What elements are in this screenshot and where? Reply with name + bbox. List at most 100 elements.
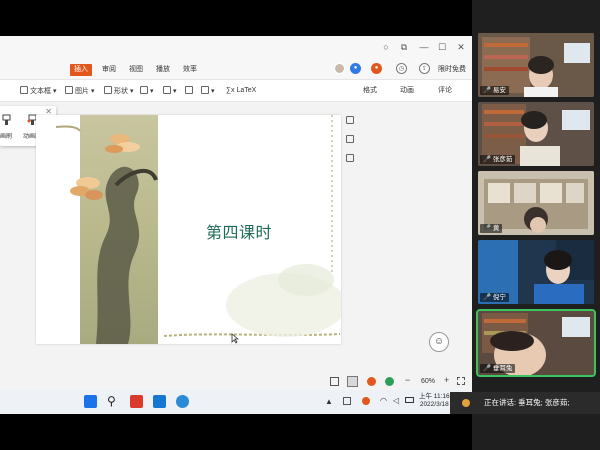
- meeting-app-icon[interactable]: [153, 395, 166, 408]
- delete-slide-icon[interactable]: [346, 154, 354, 162]
- latex-label: LaTeX: [236, 87, 257, 94]
- minimize-button[interactable]: —: [419, 42, 429, 52]
- participant-name: 易安: [492, 87, 506, 94]
- copy-slide-icon[interactable]: [346, 135, 354, 143]
- participant-tile-3[interactable]: 🎤 倪宁: [478, 240, 594, 304]
- presentation-app-window: ○ ⧉ — ☐ ✕ 插入 审阅 视图 播放 效率 限时免费 ● ● ◷ ⇪ 文本…: [0, 36, 472, 390]
- slide[interactable]: 第四课时: [36, 115, 341, 344]
- participant-tile-1[interactable]: 🎤 张彦茹: [478, 102, 594, 166]
- title-bar: ○ ⧉ — ☐ ✕: [0, 36, 472, 60]
- table-icon: [140, 86, 148, 94]
- picture-label: 图片: [75, 88, 89, 95]
- window-control-0[interactable]: ○: [381, 42, 391, 52]
- table-tool[interactable]: ▾: [140, 86, 154, 97]
- menu-review[interactable]: 审阅: [102, 64, 116, 76]
- faded-leaf-2: [278, 264, 334, 296]
- start-icon[interactable]: [84, 395, 97, 408]
- participant-tile-4[interactable]: 🎤 垂耳兔: [476, 309, 596, 377]
- tray-app-icon[interactable]: [343, 397, 351, 405]
- taskbar: ⚲ ▲ ◠ ◁ 上午 11:16 2022/3/18: [0, 390, 472, 414]
- play-icon[interactable]: [367, 377, 376, 386]
- participant-name-tag: 🎤 黄: [480, 224, 503, 233]
- screen: ○ ⧉ — ☐ ✕ 插入 审阅 视图 播放 效率 限时免费 ● ● ◷ ⇪ 文本…: [0, 0, 600, 450]
- side-panel-tabs: 格式 动画 评论: [350, 84, 470, 98]
- textbox-label: 文本框: [30, 88, 51, 95]
- account-icon[interactable]: ●: [350, 63, 361, 74]
- participant-name-tag: 🎤 垂耳兔: [480, 364, 516, 373]
- history-icon[interactable]: ◷: [396, 63, 407, 74]
- zoom-out-button[interactable]: −: [405, 375, 410, 385]
- menu-play[interactable]: 播放: [156, 64, 170, 76]
- login-free-label[interactable]: 限时免费: [438, 64, 466, 76]
- participant-tile-0[interactable]: 🎤 易安: [478, 33, 594, 97]
- textbox-icon: [20, 86, 28, 94]
- participant-tile-2[interactable]: 🎤 黄: [478, 171, 594, 235]
- brush-icon[interactable]: [2, 114, 12, 126]
- fit-window-icon[interactable]: [457, 377, 465, 385]
- link-tool[interactable]: [185, 86, 195, 97]
- assistant-icon[interactable]: ☺: [429, 332, 449, 352]
- share-icon[interactable]: ⇪: [419, 63, 430, 74]
- shape-tool[interactable]: 形状 ▾: [104, 86, 133, 97]
- chart-icon: [163, 86, 171, 94]
- mouse-cursor-icon: [231, 333, 239, 344]
- participant-name: 张彦茹: [492, 156, 513, 163]
- link-icon: [185, 86, 193, 94]
- participant-name-tag: 🎤 倪宁: [480, 293, 509, 302]
- search-icon[interactable]: ⚲: [107, 395, 120, 408]
- system-clock[interactable]: 上午 11:16 2022/3/18: [419, 393, 450, 409]
- slide-side-tools: [346, 116, 356, 173]
- participant-name-tag: 🎤 易安: [480, 86, 509, 95]
- maximize-button[interactable]: ☐: [437, 42, 447, 52]
- participant-name-tag: 🎤 张彦茹: [480, 155, 516, 164]
- wps-app-icon[interactable]: [130, 395, 143, 408]
- media-icon: [201, 86, 209, 94]
- latex-tool[interactable]: ∑x LaTeX: [226, 86, 256, 96]
- window-control-1[interactable]: ⧉: [399, 42, 409, 52]
- formula-icon: ∑x: [226, 87, 237, 94]
- media-tool[interactable]: ▾: [201, 86, 215, 97]
- tray-chevron-icon[interactable]: ▲: [325, 397, 333, 406]
- participant-name: 倪宁: [492, 294, 506, 301]
- notes-icon[interactable]: [346, 116, 354, 124]
- slide-artwork: [55, 115, 341, 344]
- participant-name: 黄: [492, 225, 500, 232]
- brush-label: 画刷: [0, 134, 13, 140]
- clock-date: 2022/3/18: [419, 401, 449, 408]
- record-icon[interactable]: ●: [371, 63, 382, 74]
- zoom-in-button[interactable]: +: [444, 375, 449, 385]
- meeting-participant-panel: 🎤 易安 🎤 张彦茹 🎤 黄 🎤 倪宁 🎤 垂耳兔: [472, 0, 600, 450]
- gold-rule-bottom: [163, 333, 341, 337]
- wifi-icon[interactable]: ◠: [380, 396, 387, 405]
- battery-icon[interactable]: [405, 397, 414, 403]
- speaking-label: 正在讲话: 垂耳兔; 张彦茹;: [484, 398, 570, 407]
- volume-icon[interactable]: ◁: [393, 396, 399, 405]
- tray-wps-icon[interactable]: [362, 397, 370, 405]
- shape-icon: [104, 86, 112, 94]
- participant-name: 垂耳兔: [492, 365, 513, 372]
- tab-comment[interactable]: 评论: [438, 84, 452, 98]
- menu-efficiency[interactable]: 效率: [183, 64, 197, 76]
- user-avatar[interactable]: [334, 63, 345, 74]
- menu-insert[interactable]: 插入: [70, 64, 92, 76]
- speaking-indicator: 正在讲话: 垂耳兔; 张彦茹;: [450, 392, 600, 414]
- normal-view-icon[interactable]: [330, 377, 339, 386]
- menu-view[interactable]: 视图: [129, 64, 143, 76]
- tab-format[interactable]: 格式: [363, 84, 377, 98]
- tab-animation[interactable]: 动画: [400, 84, 414, 98]
- speaker-avatar-icon: [462, 399, 470, 407]
- picture-tool[interactable]: 图片 ▾: [65, 86, 94, 97]
- textbox-tool[interactable]: 文本框 ▾: [20, 86, 56, 97]
- status-bar: − 60% +: [0, 374, 472, 390]
- picture-icon: [65, 86, 73, 94]
- slide-title[interactable]: 第四课时: [206, 219, 272, 243]
- sorter-view-icon[interactable]: [347, 376, 358, 387]
- close-button[interactable]: ✕: [456, 42, 466, 52]
- clock-time: 上午 11:16: [419, 393, 450, 400]
- shape-label: 形状: [114, 88, 128, 95]
- chart-tool[interactable]: ▾: [163, 86, 177, 97]
- gold-frame-top: [55, 125, 81, 132]
- browser-app-icon[interactable]: [176, 395, 189, 408]
- broadcast-icon[interactable]: [385, 377, 394, 386]
- zoom-level[interactable]: 60%: [421, 378, 435, 385]
